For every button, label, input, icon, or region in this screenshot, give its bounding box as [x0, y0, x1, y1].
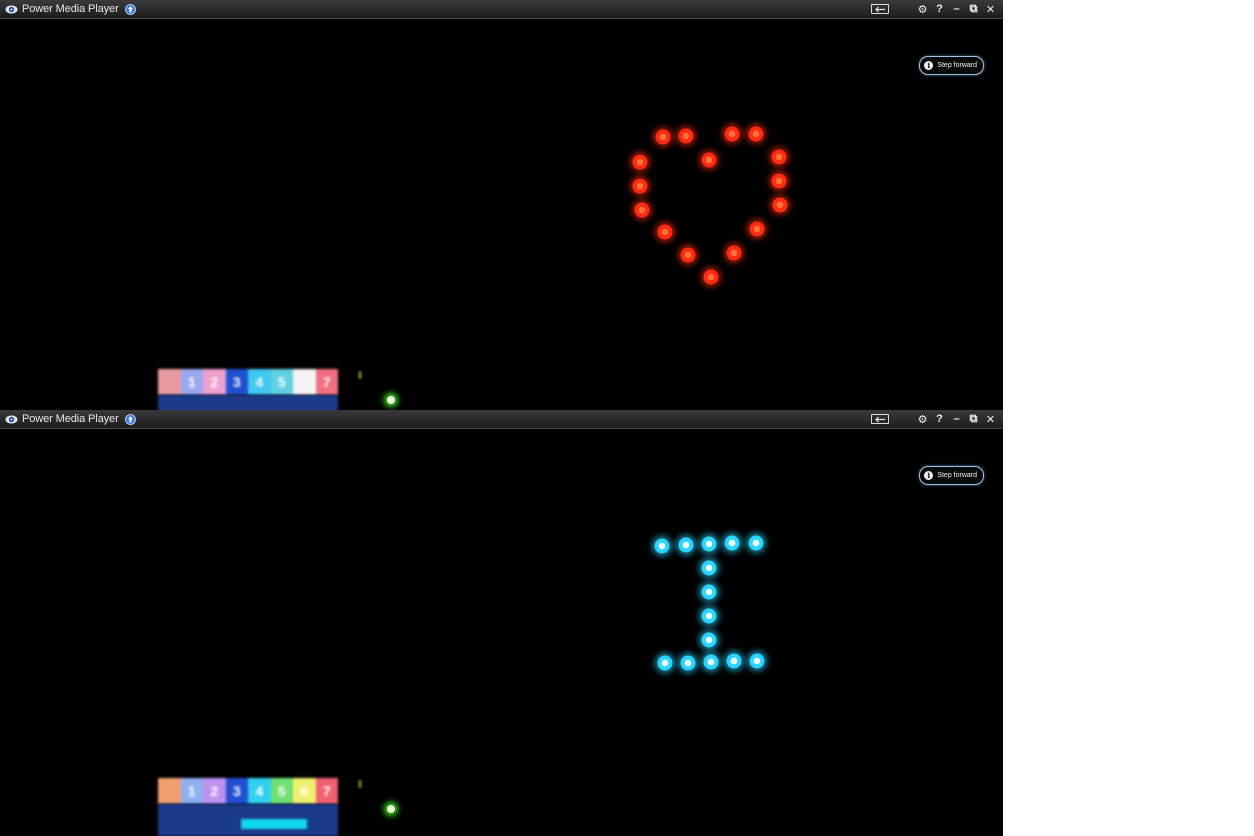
led-core — [661, 659, 669, 667]
keypad-key: 3 — [225, 778, 248, 804]
led-heart-pattern — [629, 123, 791, 288]
led-core — [753, 657, 761, 665]
keypad-strip: 123457 — [158, 369, 338, 395]
led-core — [659, 133, 667, 141]
keypad-key: 1 — [180, 778, 203, 804]
title-bar[interactable]: Power Media Player ⚙ ? – ⧉ ✕ — [0, 0, 1003, 19]
led-core — [753, 225, 761, 233]
minimize-button[interactable]: – — [948, 410, 965, 428]
keypad-key: 2 — [203, 369, 226, 395]
video-area[interactable]: i Step forward 123457 — [0, 19, 1003, 410]
keypad-key: 1 — [180, 369, 203, 395]
back-arrow-icon — [875, 416, 885, 422]
led-core — [638, 206, 646, 214]
close-button[interactable]: ✕ — [982, 410, 999, 428]
led-core — [730, 657, 738, 665]
led-core — [730, 249, 738, 257]
keypad-key: 7 — [315, 369, 338, 395]
led-core — [705, 588, 713, 596]
video-area[interactable]: i Step forward 1234567 — [0, 429, 1003, 836]
keypad-key: 4 — [248, 369, 271, 395]
led-core — [707, 273, 715, 281]
keypad-key: 2 — [203, 778, 226, 804]
led-letter-i-pattern — [651, 532, 768, 674]
keypad-key — [158, 369, 181, 395]
gear-icon[interactable]: ⚙ — [914, 410, 931, 428]
keypad-strip: 1234567 — [158, 778, 338, 804]
led-core — [705, 636, 713, 644]
keypad-key — [158, 778, 181, 804]
media-player-window-bottom: Power Media Player ⚙ ? – ⧉ ✕ i Step forw… — [0, 410, 1003, 836]
gear-icon[interactable]: ⚙ — [914, 0, 931, 18]
device-screen — [158, 804, 338, 836]
update-arrow-icon[interactable] — [124, 3, 136, 15]
minimize-button[interactable]: – — [948, 0, 965, 18]
led-core — [705, 564, 713, 572]
amber-led — [358, 371, 362, 379]
green-led — [387, 805, 395, 813]
keypad-key: 5 — [270, 778, 293, 804]
led-core — [705, 612, 713, 620]
led-core — [775, 153, 783, 161]
app-title: Power Media Player — [22, 3, 119, 15]
restore-button[interactable]: ⧉ — [965, 0, 982, 18]
keypad-key: 7 — [315, 778, 338, 804]
led-core — [682, 541, 690, 549]
help-button[interactable]: ? — [931, 410, 948, 428]
amber-led — [358, 780, 362, 788]
keypad-key — [293, 369, 316, 395]
keypad-key: 6 — [293, 778, 316, 804]
led-core — [661, 228, 669, 236]
led-core — [776, 201, 784, 209]
back-arrow-icon — [875, 6, 885, 12]
keypad-key: 4 — [248, 778, 271, 804]
led-core — [636, 158, 644, 166]
restore-button[interactable]: ⧉ — [965, 410, 982, 428]
help-button[interactable]: ? — [931, 0, 948, 18]
led-core — [775, 177, 783, 185]
media-player-window-top: Power Media Player ⚙ ? – ⧉ ✕ i Step forw… — [0, 0, 1003, 410]
back-button[interactable] — [871, 4, 889, 14]
eye-logo-icon — [5, 413, 18, 426]
back-button[interactable] — [871, 414, 889, 424]
device-screen — [158, 395, 338, 410]
green-led — [387, 396, 395, 404]
led-core — [684, 251, 692, 259]
keypad-key: 3 — [225, 369, 248, 395]
title-bar[interactable]: Power Media Player ⚙ ? – ⧉ ✕ — [0, 410, 1003, 429]
led-core — [636, 182, 644, 190]
led-core — [705, 540, 713, 548]
eye-logo-icon — [5, 3, 18, 16]
led-core — [658, 542, 666, 550]
led-core — [705, 156, 713, 164]
led-core — [728, 539, 736, 547]
led-core — [682, 132, 690, 140]
update-arrow-icon[interactable] — [124, 413, 136, 425]
led-core — [707, 658, 715, 666]
led-core — [728, 130, 736, 138]
app-title: Power Media Player — [22, 413, 119, 425]
led-core — [752, 539, 760, 547]
led-core — [684, 659, 692, 667]
keypad-key: 5 — [270, 369, 293, 395]
led-core — [752, 130, 760, 138]
close-button[interactable]: ✕ — [982, 0, 999, 18]
